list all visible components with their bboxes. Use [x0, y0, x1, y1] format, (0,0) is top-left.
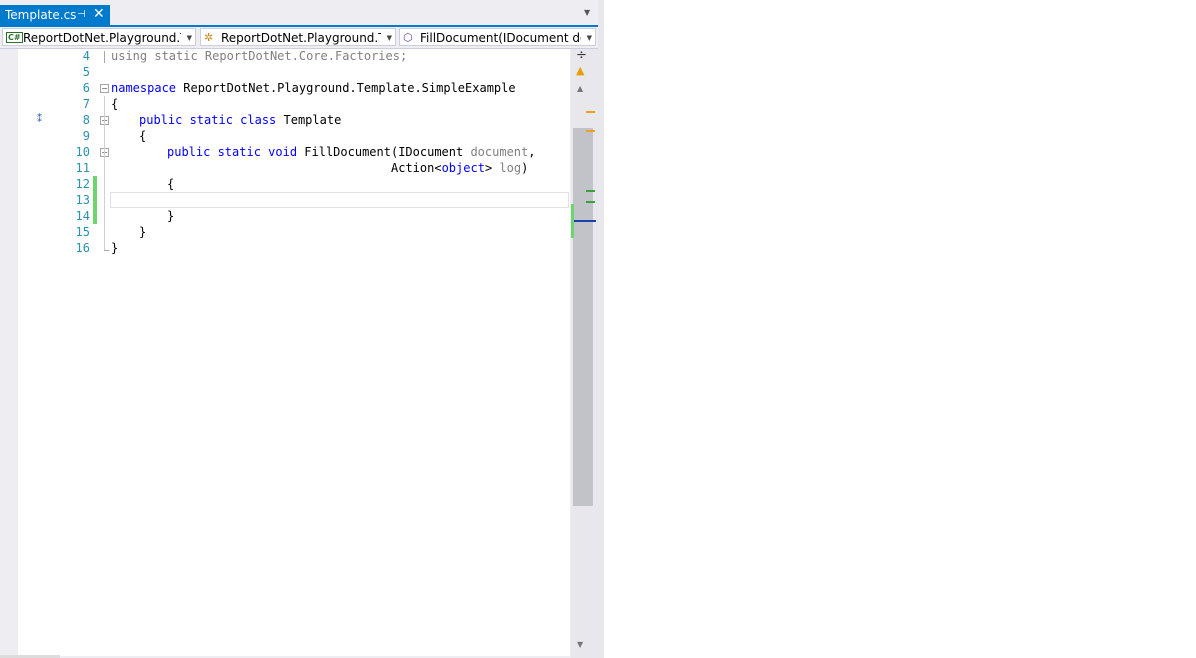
line-number: 9: [82, 129, 90, 143]
fold-guide: [104, 51, 105, 63]
keyword: object: [441, 161, 485, 175]
class-dropdown-label: ReportDotNet.Playground.Tem: [221, 31, 381, 45]
punctuation: ,: [528, 145, 536, 159]
code-line-12: {: [167, 177, 175, 191]
class-name: Template: [276, 113, 342, 127]
method-name: FillDocument(: [297, 145, 399, 159]
changed-line-marker: [93, 208, 97, 224]
change-marker: [586, 201, 595, 203]
line-number: 6: [82, 81, 90, 95]
changed-line-marker: [93, 176, 97, 192]
tab-title: Template.cs: [5, 8, 77, 22]
fold-guide: [104, 96, 105, 250]
class-dropdown[interactable]: ✲ ReportDotNet.Playground.Tem ▼: [200, 28, 396, 46]
split-icon[interactable]: ÷: [576, 48, 587, 63]
line-number: 10: [75, 145, 90, 159]
line-number: 14: [75, 209, 90, 223]
csharp-file-icon: C#: [6, 32, 23, 43]
scroll-down-icon[interactable]: ▼: [577, 640, 583, 649]
line-number: 8: [82, 113, 90, 127]
line-number: 13: [75, 193, 90, 207]
line-number: 4: [82, 49, 90, 63]
namespace-name: ReportDotNet.Playground.Template.SimpleE…: [176, 81, 516, 95]
keyword: public static void: [167, 145, 298, 159]
chevron-down-icon: ▼: [586, 34, 592, 42]
code-line-16: }: [111, 241, 119, 255]
caret-position-marker: [574, 220, 596, 222]
type-name: IDocument: [398, 145, 464, 159]
chevron-down-icon: ▼: [386, 34, 392, 42]
close-icon[interactable]: ✕: [93, 4, 105, 24]
scrollbar-thumb[interactable]: [573, 128, 593, 506]
code-line-10: public static void FillDocument(IDocumen…: [167, 144, 536, 160]
type-name: Action<: [391, 161, 442, 175]
punctuation: >: [484, 161, 500, 175]
punctuation: ): [521, 161, 529, 175]
parameter-name: log: [499, 161, 522, 175]
code-editor[interactable]: [18, 49, 570, 656]
chevron-down-icon: ▼: [186, 34, 192, 42]
code-line-9: {: [139, 129, 147, 143]
keyword: public static class: [139, 113, 277, 127]
fold-guide: [104, 250, 109, 251]
code-line-8: public static class Template: [139, 112, 341, 128]
warning-icon[interactable]: ▲: [576, 64, 584, 77]
line-number: 7: [82, 97, 90, 111]
code-line-6: namespace ReportDotNet.Playground.Templa…: [111, 80, 516, 96]
line-number: 16: [75, 241, 90, 255]
keyword: namespace: [111, 81, 177, 95]
code-line-15: }: [139, 225, 147, 239]
pin-icon[interactable]: ⊣: [77, 5, 86, 25]
project-dropdown[interactable]: C# ReportDotNet.Playground.Tem ▼: [2, 28, 196, 46]
member-dropdown-label: FillDocument(IDocument docu: [420, 31, 581, 45]
warning-marker: [586, 111, 595, 113]
changed-line-marker: [93, 192, 97, 208]
parameter-name: document: [463, 145, 529, 159]
line-number: 5: [82, 65, 90, 79]
scroll-up-icon[interactable]: ▲: [577, 84, 583, 93]
method-icon: ⬡: [403, 31, 413, 44]
code-line-4: using static ReportDotNet.Core.Factories…: [111, 49, 408, 63]
glyph-margin: [0, 49, 18, 658]
warning-marker: [586, 130, 595, 132]
window-border: [598, 0, 604, 658]
document-tab-bar: Template.cs ⊣ ✕ ▼: [0, 0, 598, 25]
project-dropdown-label: ReportDotNet.Playground.Tem: [23, 31, 181, 45]
code-line-11: Action<object> log): [391, 160, 528, 176]
navigation-bar: C# ReportDotNet.Playground.Tem ▼ ✲ Repor…: [0, 27, 598, 49]
line-number: 11: [75, 161, 90, 175]
chevron-down-icon[interactable]: ▼: [584, 8, 590, 17]
tab-template-cs[interactable]: Template.cs ⊣ ✕: [0, 5, 110, 25]
editor-window: Template.cs ⊣ ✕ ▼ C# ReportDotNet.Playgr…: [0, 0, 598, 658]
class-icon: ✲: [204, 31, 214, 44]
code-line-14: }: [167, 209, 175, 223]
collapse-namespace-button[interactable]: −: [100, 84, 109, 93]
line-number: 12: [75, 177, 90, 191]
hierarchy-icon[interactable]: ⁑: [37, 114, 42, 125]
current-line-highlight: [110, 192, 569, 208]
change-marker: [586, 190, 595, 192]
code-line-7: {: [111, 97, 119, 111]
member-dropdown[interactable]: ⬡ FillDocument(IDocument docu ▼: [399, 28, 596, 46]
line-number: 15: [75, 225, 90, 239]
